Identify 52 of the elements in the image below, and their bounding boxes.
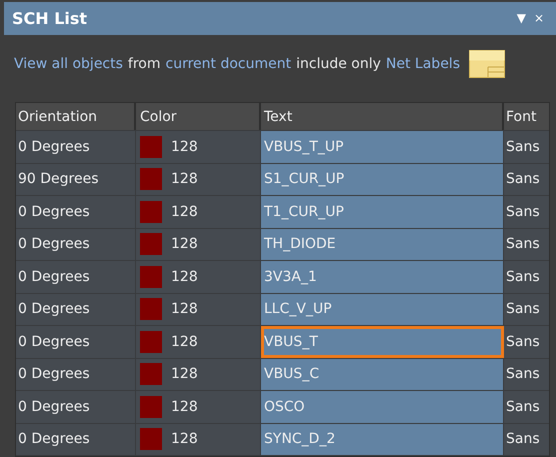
table-cell: 0 Degrees bbox=[16, 391, 136, 422]
table-cell[interactable]: VBUS_T bbox=[261, 326, 504, 358]
table-cell: 128 bbox=[171, 268, 198, 285]
table-cell: 0 Degrees bbox=[16, 424, 136, 455]
table-cell[interactable]: TH_DIODE bbox=[261, 228, 504, 260]
table-cell[interactable]: SYNC_D_2 bbox=[261, 424, 504, 455]
table-cell[interactable]: VBUS_C bbox=[261, 358, 504, 390]
table-cell[interactable]: VBUS_T_UP bbox=[261, 131, 504, 162]
table-cell: 0 Degrees bbox=[16, 261, 136, 292]
panel-icon[interactable] bbox=[469, 50, 505, 78]
table-cell-text: Sans bbox=[505, 202, 541, 222]
table-cell-text: Sans bbox=[505, 268, 541, 287]
table-cell[interactable]: LLC_V_UP bbox=[261, 294, 504, 325]
table-cell[interactable]: S1_CUR_UP bbox=[261, 164, 504, 195]
table-cell: 0 Degrees bbox=[16, 358, 136, 390]
table-cell[interactable]: T1_CUR_UP bbox=[261, 196, 504, 228]
filter-text: include only bbox=[296, 56, 381, 72]
table-cell-text: Sans bbox=[505, 170, 541, 190]
column-header[interactable]: Font bbox=[504, 103, 549, 130]
table-cell: 0 Degrees bbox=[16, 228, 136, 260]
column-header[interactable]: Color bbox=[136, 103, 261, 130]
table-cell: 128 bbox=[171, 236, 198, 252]
window-title: SCH List bbox=[12, 8, 88, 28]
filter-link[interactable]: View all objects bbox=[14, 56, 123, 72]
table-cell: 90 Degrees bbox=[16, 164, 136, 195]
filter-text: from bbox=[128, 56, 161, 72]
table-cell-text: Sans bbox=[505, 235, 541, 254]
table-cell: 128 bbox=[171, 366, 198, 382]
table-cell: 128 bbox=[171, 431, 198, 448]
table-cell-text: Sans bbox=[505, 138, 541, 157]
table-cell: 0 Degrees bbox=[16, 294, 136, 325]
filter-link[interactable]: Net Labels bbox=[386, 56, 460, 72]
table-cell-text: Sans bbox=[505, 430, 541, 450]
table-cell[interactable]: 3V3A_1 bbox=[261, 261, 504, 292]
table-cell: 0 Degrees bbox=[16, 131, 136, 162]
close-button[interactable]: × bbox=[530, 11, 548, 26]
table-cell: 0 Degrees bbox=[16, 326, 136, 358]
table-cell-text: Sans bbox=[505, 398, 541, 417]
column-header[interactable]: Orientation bbox=[16, 103, 136, 130]
filter-link[interactable]: current document bbox=[166, 56, 292, 72]
table-cell-text: Sans bbox=[505, 365, 541, 384]
table-cell: 128 bbox=[171, 301, 198, 318]
table-cell: 128 bbox=[171, 398, 198, 415]
table-cell: 0 Degrees bbox=[16, 196, 136, 228]
table-cell[interactable]: OSCO bbox=[261, 391, 504, 422]
table-cell: 128 bbox=[171, 334, 198, 350]
table-cell: 128 bbox=[171, 204, 198, 220]
table-cell: 128 bbox=[171, 171, 198, 188]
table-cell-text: Sans bbox=[505, 300, 541, 320]
table-cell-text: Sans bbox=[505, 332, 541, 352]
menu-button[interactable]: ▼ bbox=[512, 11, 530, 26]
table-cell: 128 bbox=[171, 138, 198, 155]
